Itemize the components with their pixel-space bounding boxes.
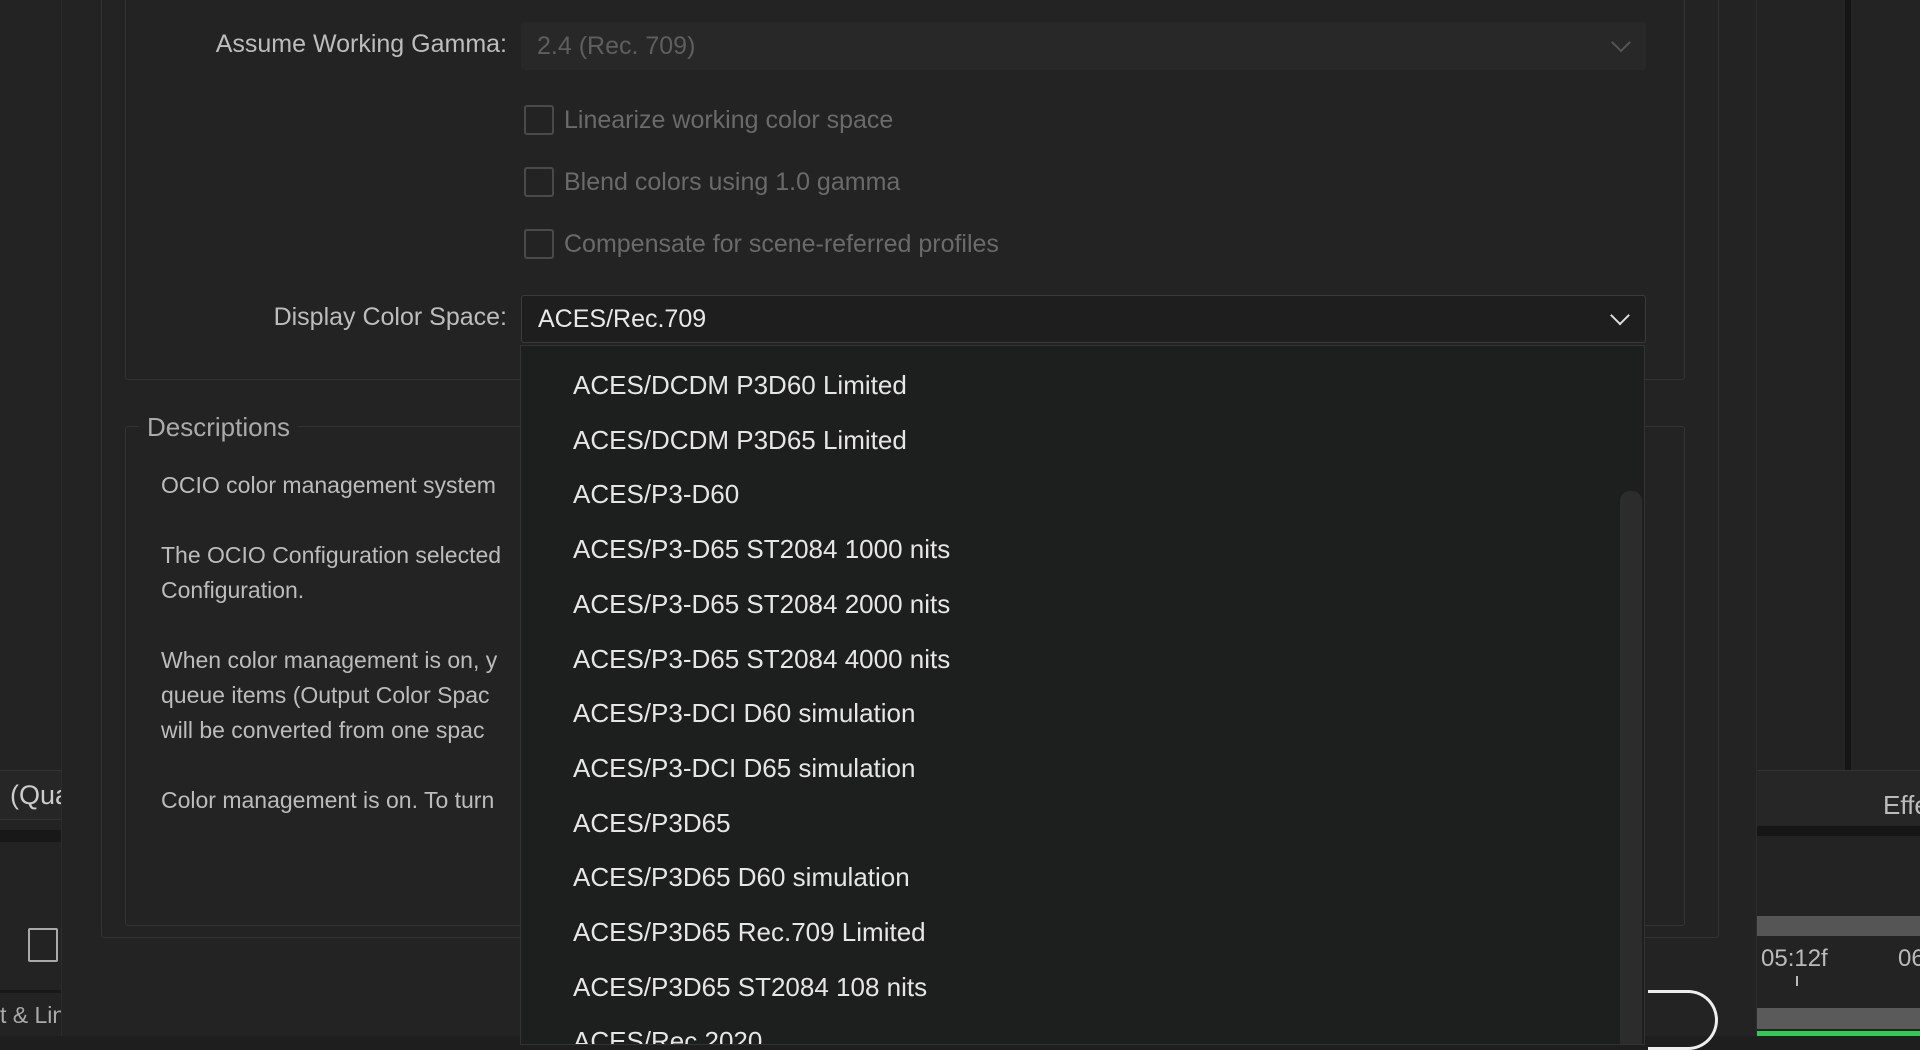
display-color-space-dropdown[interactable]: ACES/Rec.709 — [521, 295, 1646, 343]
option-item[interactable]: ACES/P3D65 — [573, 808, 731, 839]
working-gamma-dropdown[interactable]: 2.4 (Rec. 709) — [521, 22, 1646, 70]
description-line: will be converted from one spac — [161, 713, 521, 748]
option-item[interactable]: ACES/P3-DCI D60 simulation — [573, 698, 915, 729]
checkbox-label: Blend colors using 1.0 gamma — [564, 168, 900, 197]
description-line: The OCIO Configuration selected — [161, 538, 521, 573]
linearize-checkbox[interactable]: Linearize working color space — [524, 105, 893, 135]
description-line: Configuration. — [161, 573, 521, 608]
right-panel: Effe 05:12f 06 — [1757, 0, 1920, 1036]
timeline-tick: 06 — [1898, 945, 1920, 973]
checkbox-box[interactable] — [524, 105, 554, 135]
chevron-down-icon — [1611, 33, 1631, 53]
option-item[interactable]: ACES/DCDM P3D60 Limited — [573, 370, 907, 401]
timeline-tick: 05:12f — [1761, 945, 1828, 973]
option-item[interactable]: ACES/P3-D65 ST2084 1000 nits — [573, 534, 950, 565]
working-gamma-value: 2.4 (Rec. 709) — [537, 32, 695, 61]
checkbox-label: Linearize working color space — [564, 106, 893, 135]
display-color-space-options[interactable]: ACES/DCDM P3D60 Limited ACES/DCDM P3D65 L… — [520, 345, 1645, 1045]
display-color-space-label: Display Color Space: — [87, 303, 507, 332]
descriptions-title: Descriptions — [139, 412, 298, 443]
blend-gamma-checkbox[interactable]: Blend colors using 1.0 gamma — [524, 167, 900, 197]
film-icon[interactable] — [28, 928, 58, 962]
ok-button[interactable] — [1648, 990, 1718, 1050]
description-line: queue items (Output Color Spac — [161, 678, 521, 713]
option-item[interactable]: ACES/P3D65 D60 simulation — [573, 862, 910, 893]
compensate-scene-checkbox[interactable]: Compensate for scene-referred profiles — [524, 229, 999, 259]
descriptions-text: OCIO color management system The OCIO Co… — [161, 468, 521, 818]
option-item[interactable]: ACES/P3D65 Rec.709 Limited — [573, 917, 926, 948]
working-gamma-label: Assume Working Gamma: — [87, 30, 507, 59]
scrollbar-thumb[interactable] — [1620, 491, 1642, 1045]
timeline-green-bar — [1757, 1031, 1920, 1036]
description-line: Color management is on. To turn — [161, 783, 521, 818]
checkbox-box[interactable] — [524, 229, 554, 259]
left-panel-bottom-label: t & Lin — [0, 1002, 65, 1029]
option-item[interactable]: ACES/P3-D65 ST2084 4000 nits — [573, 644, 950, 675]
effects-tab[interactable]: Effe — [1883, 790, 1920, 821]
description-line: When color management is on, y — [161, 643, 521, 678]
checkbox-box[interactable] — [524, 167, 554, 197]
chevron-down-icon — [1610, 306, 1630, 326]
option-item[interactable]: ACES/DCDM P3D65 Limited — [573, 425, 907, 456]
display-color-space-value: ACES/Rec.709 — [538, 305, 706, 334]
option-item[interactable]: ACES/P3-D60 — [573, 479, 739, 510]
description-line: OCIO color management system — [161, 468, 521, 503]
left-panel: (Qua t & Lin — [0, 0, 61, 1036]
option-item[interactable]: ACES/P3-DCI D65 simulation — [573, 753, 915, 784]
option-item[interactable]: ACES/P3D65 ST2084 108 nits — [573, 972, 927, 1003]
checkbox-label: Compensate for scene-referred profiles — [564, 230, 999, 259]
option-item[interactable]: ACES/P3-D65 ST2084 2000 nits — [573, 589, 950, 620]
